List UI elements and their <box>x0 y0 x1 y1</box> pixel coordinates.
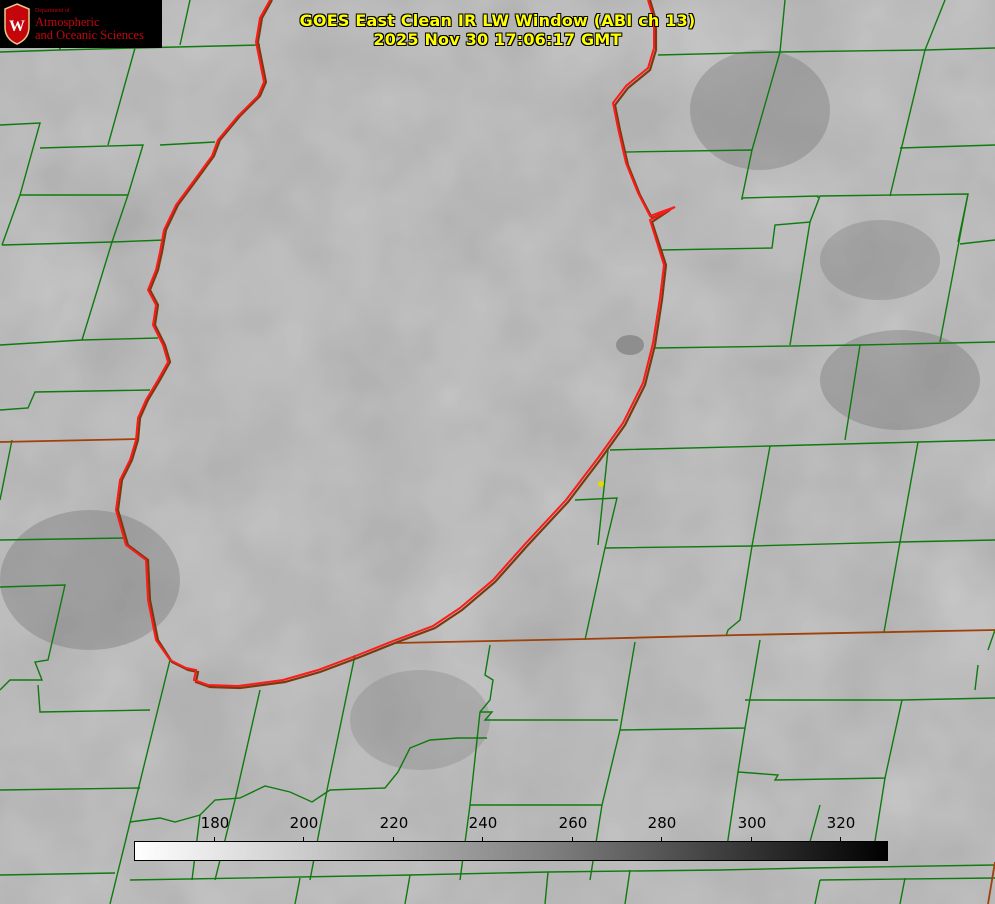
product-title: GOES East Clean IR LW Window (ABI ch 13) <box>299 11 696 30</box>
colorbar-tick: 200 <box>279 814 329 843</box>
colorbar-tick: 260 <box>548 814 598 843</box>
ir-imagery-texture <box>0 0 995 904</box>
colorbar-tick-labels: 180 200 220 240 260 280 300 320 <box>0 814 995 844</box>
image-timestamp: 2025 Nov 30 17:06:17 GMT <box>373 30 622 49</box>
temperature-colorbar <box>134 841 888 861</box>
location-marker <box>598 481 604 487</box>
colorbar-tick: 300 <box>727 814 777 843</box>
satellite-map <box>0 0 995 904</box>
colorbar-tick: 240 <box>458 814 508 843</box>
colorbar-tick: 180 <box>190 814 240 843</box>
colorbar-tick: 280 <box>637 814 687 843</box>
colorbar-tick: 220 <box>369 814 419 843</box>
colorbar-tick: 320 <box>816 814 866 843</box>
